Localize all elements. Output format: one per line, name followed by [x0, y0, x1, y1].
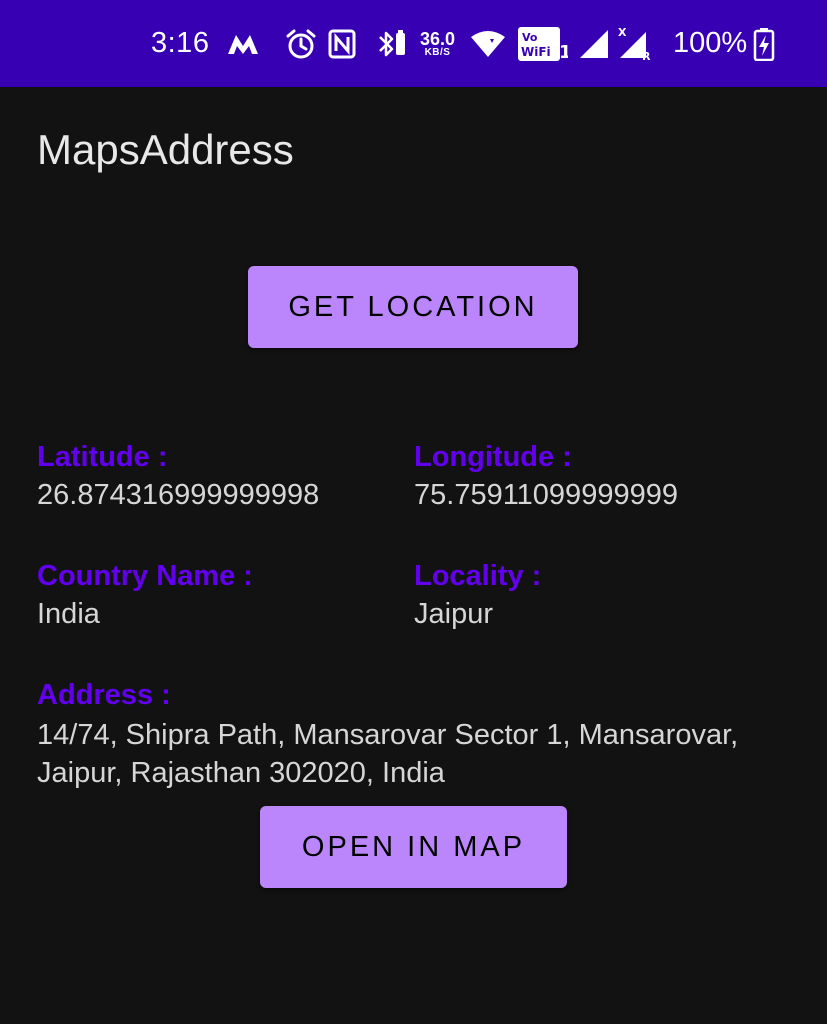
longitude-label: Longitude :	[414, 441, 572, 473]
alarm-icon	[285, 0, 317, 87]
battery-percent: 100%	[673, 27, 748, 59]
svg-text:R: R	[642, 50, 651, 62]
signal-roaming-icon: X R	[618, 0, 654, 87]
svg-text:X: X	[618, 26, 627, 39]
signal-icon	[578, 0, 610, 87]
wifi-icon	[470, 0, 506, 87]
bluetooth-icon	[375, 0, 407, 87]
locality-value: Jaipur	[414, 598, 493, 630]
m-app-icon	[226, 0, 260, 87]
app-title: MapsAddress	[37, 126, 294, 173]
status-time: 3:16	[151, 27, 210, 59]
svg-text:1: 1	[559, 42, 568, 61]
latitude-value: 26.874316999999998	[37, 479, 320, 511]
longitude-value: 75.75911099999999	[414, 479, 678, 511]
nfc-icon	[328, 0, 356, 87]
net-speed-unit: KB/S	[424, 46, 451, 58]
svg-text:Vo: Vo	[522, 31, 538, 44]
net-speed-value: 36.0	[420, 28, 456, 49]
address-value: 14/74, Shipra Path, Mansarovar Sector 1,…	[37, 719, 739, 789]
battery-charging-icon	[753, 0, 775, 87]
status-bar: 3:16 36.0 KB/S Vo WiFi 1 X R 100%	[0, 0, 827, 87]
country-value: India	[37, 598, 100, 630]
net-speed-indicator: 36.0 KB/S	[420, 0, 455, 87]
country-label: Country Name :	[37, 560, 253, 592]
open-in-map-button[interactable]: OPEN IN MAP	[260, 806, 567, 888]
svg-text:WiFi: WiFi	[521, 45, 551, 59]
get-location-button[interactable]: GET LOCATION	[248, 266, 578, 348]
latitude-label: Latitude :	[37, 441, 168, 473]
locality-label: Locality :	[414, 560, 542, 592]
address-label: Address :	[37, 679, 171, 711]
vowifi-icon: Vo WiFi 1	[518, 0, 568, 87]
